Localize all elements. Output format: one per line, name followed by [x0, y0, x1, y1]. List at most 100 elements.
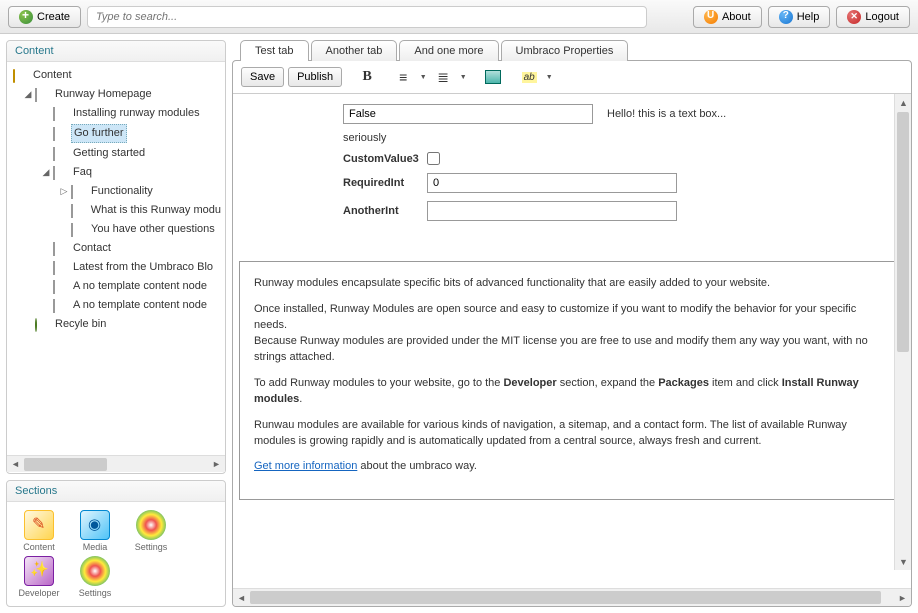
rich-text-content[interactable]: Runway modules encapsulate specific bits…: [239, 261, 905, 500]
field1-input[interactable]: [343, 104, 593, 124]
editor-area: Save Publish B ▼ ▼ ab▼ Hello! this is a: [232, 60, 912, 607]
bullet-list-icon[interactable]: [392, 67, 414, 87]
tree-label: A no template content node: [71, 278, 209, 295]
create-label: Create: [37, 11, 70, 23]
help-button[interactable]: Help: [768, 6, 831, 28]
property-form: Hello! this is a text box... seriously C…: [343, 104, 891, 221]
about-label: About: [722, 11, 751, 23]
tree-item[interactable]: A no template content node: [39, 297, 225, 314]
tree-label: Recyle bin: [53, 316, 108, 333]
save-button[interactable]: Save: [241, 67, 284, 87]
requiredint-label: RequiredInt: [343, 177, 423, 189]
media-icon: [80, 510, 110, 540]
content-panel-header: Content: [7, 41, 225, 62]
help-label: Help: [797, 11, 820, 23]
section-label: Settings: [79, 588, 112, 598]
rte-paragraph: Get more information about the umbraco w…: [254, 459, 890, 475]
chevron-down-icon[interactable]: ▼: [418, 74, 428, 81]
document-icon: [71, 185, 73, 199]
tab[interactable]: Another tab: [311, 40, 398, 61]
highlight-icon[interactable]: ab: [518, 67, 540, 87]
settings-icon: [136, 510, 166, 540]
section-item-developer[interactable]: Developer: [15, 556, 63, 598]
tree-toggle-icon[interactable]: ◢: [41, 164, 51, 181]
tree-item[interactable]: A no template content node: [39, 278, 225, 295]
settings-icon: [80, 556, 110, 586]
tree-label: Latest from the Umbraco Blo: [71, 259, 215, 276]
tree-toggle-icon[interactable]: ◢: [23, 86, 33, 103]
publish-button[interactable]: Publish: [288, 67, 342, 87]
section-item-content[interactable]: Content: [15, 510, 63, 552]
section-item-settings[interactable]: Settings: [71, 556, 119, 598]
tree-item[interactable]: Getting started: [39, 145, 225, 162]
tree-label: Faq: [71, 164, 94, 181]
content-icon: [24, 510, 54, 540]
editor-toolbar: Save Publish B ▼ ▼ ab ▼: [233, 61, 911, 93]
document-icon: [53, 299, 55, 313]
tree-item[interactable]: ◢ Faq: [39, 164, 225, 181]
section-label: Developer: [18, 588, 59, 598]
logout-icon: [847, 10, 861, 24]
recycle-bin-icon: [35, 318, 37, 332]
tree-item[interactable]: What is this Runway modu: [57, 202, 225, 219]
section-item-media[interactable]: Media: [71, 510, 119, 552]
editor-vscrollbar[interactable]: ▲ ▼: [894, 94, 911, 570]
tree-recycle-bin[interactable]: Recyle bin: [21, 316, 225, 333]
chevron-down-icon[interactable]: ▼: [458, 74, 468, 81]
tab[interactable]: Umbraco Properties: [501, 40, 629, 61]
logout-button[interactable]: Logout: [836, 6, 910, 28]
field1-aside: Hello! this is a text box...: [607, 108, 726, 120]
tree-label: Getting started: [71, 145, 147, 162]
tree-item[interactable]: ◢Runway Homepage: [21, 86, 225, 103]
tree-root[interactable]: Content: [11, 67, 225, 84]
rte-paragraph: Runwau modules are available for various…: [254, 418, 890, 450]
numbered-list-icon[interactable]: [432, 67, 454, 87]
tree-label: Installing runway modules: [71, 105, 202, 122]
tree-item[interactable]: Latest from the Umbraco Blo: [39, 259, 225, 276]
tab[interactable]: Test tab: [240, 40, 309, 61]
document-icon: [71, 204, 73, 218]
search-box: [87, 6, 647, 28]
document-icon: [53, 107, 55, 121]
tree-hscrollbar[interactable]: ◄ ►: [7, 455, 225, 472]
document-icon: [71, 223, 73, 237]
editor-hscrollbar[interactable]: ◄ ►: [233, 588, 911, 606]
section-item-settings[interactable]: Settings: [127, 510, 175, 552]
rte-paragraph: Once installed, Runway Modules are open …: [254, 302, 890, 366]
section-label: Media: [83, 542, 108, 552]
tree-label: A no template content node: [71, 297, 209, 314]
tree-item[interactable]: Contact: [39, 240, 225, 257]
sections-panel: Sections ContentMediaSettingsDeveloperSe…: [6, 480, 226, 607]
requiredint-input[interactable]: [427, 173, 677, 193]
tree-label: You have other questions: [89, 221, 217, 238]
bold-icon[interactable]: B: [356, 67, 378, 87]
anotherint-input[interactable]: [427, 201, 677, 221]
tree-item[interactable]: Go further: [39, 124, 225, 143]
tree-item[interactable]: You have other questions: [57, 221, 225, 238]
tree-item[interactable]: ▷Functionality: [57, 183, 225, 200]
create-button[interactable]: Create: [8, 6, 81, 28]
chevron-down-icon[interactable]: ▼: [544, 74, 554, 81]
section-label: Settings: [135, 542, 168, 552]
content-panel: Content Content ◢Runway Homepage Installi…: [6, 40, 226, 474]
document-icon: [53, 127, 55, 141]
about-button[interactable]: About: [693, 6, 762, 28]
top-toolbar: Create About Help Logout: [0, 0, 918, 34]
image-icon[interactable]: [482, 67, 504, 87]
document-icon: [53, 261, 55, 275]
folder-icon: [13, 69, 15, 83]
rte-paragraph: To add Runway modules to your website, g…: [254, 376, 890, 408]
add-icon: [19, 10, 33, 24]
tree-toggle-icon[interactable]: ▷: [59, 183, 69, 200]
more-info-link[interactable]: Get more information: [254, 460, 357, 472]
tabs: Test tabAnother tabAnd one moreUmbraco P…: [232, 40, 912, 61]
seriously-text: seriously: [343, 132, 386, 144]
customvalue3-label: CustomValue3: [343, 153, 423, 165]
tab[interactable]: And one more: [399, 40, 498, 61]
help-icon: [779, 10, 793, 24]
document-icon: [53, 147, 55, 161]
search-input[interactable]: [87, 6, 647, 28]
anotherint-label: AnotherInt: [343, 205, 423, 217]
customvalue3-checkbox[interactable]: [427, 152, 440, 165]
tree-item[interactable]: Installing runway modules: [39, 105, 225, 122]
